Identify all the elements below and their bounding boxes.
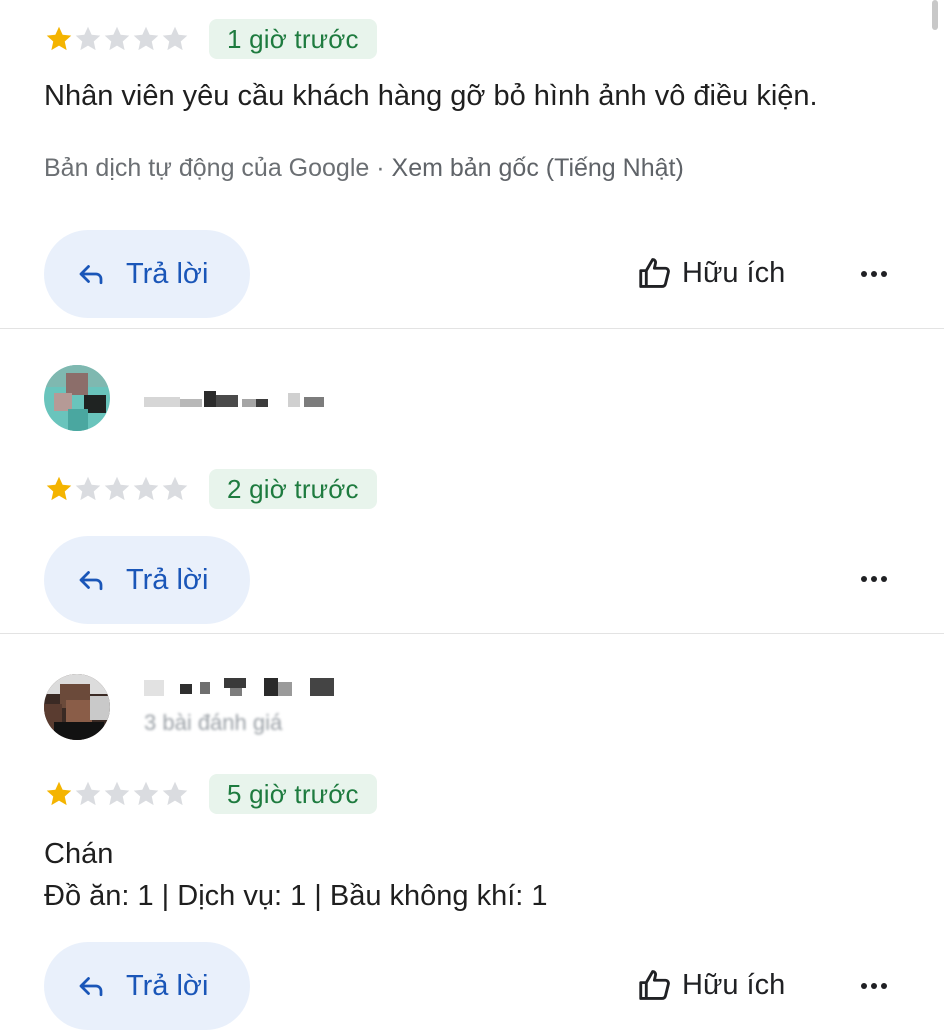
reviewer-name-obscured[interactable] [144,674,344,698]
time-badge: 2 giờ trước [209,469,377,509]
reviewer-review-count: 3 bài đánh giá [144,710,283,735]
reply-button[interactable]: Trả lời [44,230,250,318]
reviewer-name-obscured[interactable] [144,391,334,409]
reply-arrow-icon [79,571,103,591]
review-sub-ratings: Đồ ăn: 1 | Dịch vụ: 1 | Bầu không khí: 1 [44,880,548,912]
review-text: Chán [44,838,114,870]
more-options-button[interactable] [858,563,890,595]
star-empty-icon [162,26,188,51]
review-card-2: 2 giờ trước Trả lời [0,329,944,633]
more-options-button[interactable] [858,970,890,1002]
review-text: Nhân viên yêu cầu khách hàng gỡ bỏ hình … [44,80,818,112]
rating-row: 1 giờ trước [44,19,377,59]
star-rating [44,24,189,54]
star-empty-icon [162,781,188,806]
translation-info: Bản dịch tự động của Google · Xem bản gố… [44,154,684,183]
reviewer-avatar[interactable] [44,365,110,431]
helpful-label: Hữu ích [682,256,786,289]
review-card-1: 1 giờ trước Nhân viên yêu cầu khách hàng… [0,0,944,328]
more-horizontal-icon [861,576,887,582]
rating-row: 2 giờ trước [44,469,377,509]
reply-arrow-icon [79,977,103,997]
star-rating [44,474,189,504]
star-empty-icon [75,476,101,501]
reply-label: Trả lời [126,257,209,290]
star-empty-icon [133,781,159,806]
thumbs-up-icon [639,258,670,288]
helpful-button[interactable]: Hữu ích [636,254,785,292]
more-horizontal-icon [861,271,887,277]
star-empty-icon [75,781,101,806]
reply-button[interactable]: Trả lời [44,942,250,1030]
star-filled-icon [46,781,72,806]
star-empty-icon [104,781,130,806]
rating-row: 5 giờ trước [44,774,377,814]
reply-arrow-icon [79,265,103,285]
reply-button[interactable]: Trả lời [44,536,250,624]
translation-separator: · [369,154,392,182]
star-rating [44,779,189,809]
view-original-link[interactable]: Xem bản gốc (Tiếng Nhật) [392,154,684,182]
more-options-button[interactable] [858,258,890,290]
star-filled-icon [46,26,72,51]
star-empty-icon [104,26,130,51]
more-horizontal-icon [861,983,887,989]
star-filled-icon [46,476,72,501]
reviewer-avatar[interactable] [44,674,110,740]
star-empty-icon [162,476,188,501]
reply-label: Trả lời [126,969,209,1002]
helpful-label: Hữu ích [682,968,786,1001]
translation-note: Bản dịch tự động của Google [44,154,370,182]
review-card-3: 3 bài đánh giá 5 giờ trước Chán Đồ ăn: 1… [0,634,944,1030]
reply-label: Trả lời [126,563,209,596]
star-empty-icon [133,476,159,501]
helpful-button[interactable]: Hữu ích [636,966,785,1004]
thumbs-up-icon [639,970,670,1000]
star-empty-icon [75,26,101,51]
star-empty-icon [133,26,159,51]
time-badge: 5 giờ trước [209,774,377,814]
time-badge: 1 giờ trước [209,19,377,59]
star-empty-icon [104,476,130,501]
